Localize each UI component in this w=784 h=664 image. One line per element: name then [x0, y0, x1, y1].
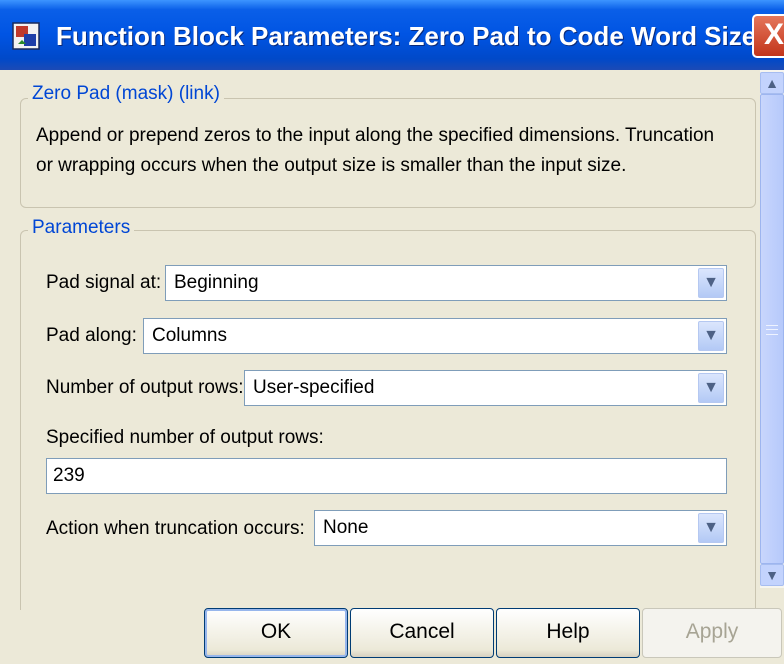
scroll-down-icon[interactable]: ▼ — [760, 564, 784, 586]
truncation-action-value: None — [323, 517, 369, 538]
title-bar[interactable]: Function Block Parameters: Zero Pad to C… — [0, 0, 784, 70]
parameters-group-legend: Parameters — [28, 216, 135, 240]
specified-rows-field[interactable]: 239 — [46, 458, 727, 494]
chevron-down-icon[interactable]: ▼ — [698, 321, 724, 351]
close-icon[interactable]: X — [752, 14, 784, 58]
help-button[interactable]: Help — [496, 608, 640, 658]
num-output-rows-value: User-specified — [253, 377, 375, 398]
ok-button[interactable]: OK — [204, 608, 348, 658]
specified-rows-label: Specified number of output rows: — [46, 427, 324, 448]
chevron-down-icon[interactable]: ▼ — [698, 268, 724, 298]
chevron-down-icon[interactable]: ▼ — [698, 513, 724, 543]
vertical-scrollbar[interactable]: ▲ ▼ — [760, 70, 784, 588]
chevron-down-icon[interactable]: ▼ — [698, 373, 724, 403]
pad-along-select[interactable]: Columns ▼ — [143, 318, 727, 354]
description-group-legend: Zero Pad (mask) (link) — [28, 82, 224, 106]
pad-along-label: Pad along: — [46, 325, 137, 346]
truncation-action-select[interactable]: None ▼ — [314, 510, 727, 546]
pad-signal-at-select[interactable]: Beginning ▼ — [165, 265, 727, 301]
apply-button[interactable]: Apply — [642, 608, 782, 658]
pad-signal-at-label: Pad signal at: — [46, 272, 162, 293]
pad-along-value: Columns — [152, 325, 227, 346]
window-title: Function Block Parameters: Zero Pad to C… — [56, 21, 757, 51]
scroll-up-icon[interactable]: ▲ — [760, 72, 784, 94]
description-line-2: or wrapping occurs when the output size … — [36, 155, 627, 176]
truncation-action-label: Action when truncation occurs: — [46, 518, 305, 539]
pad-signal-at-value: Beginning — [174, 272, 259, 293]
scrollbar-thumb[interactable] — [760, 94, 784, 564]
specified-rows-value: 239 — [53, 465, 85, 486]
description-line-1: Append or prepend zeros to the input alo… — [36, 125, 715, 146]
num-output-rows-label: Number of output rows: — [46, 377, 244, 398]
cancel-button[interactable]: Cancel — [350, 608, 494, 658]
simulink-block-icon — [12, 22, 40, 50]
num-output-rows-select[interactable]: User-specified ▼ — [244, 370, 727, 406]
grip-icon — [766, 325, 778, 335]
